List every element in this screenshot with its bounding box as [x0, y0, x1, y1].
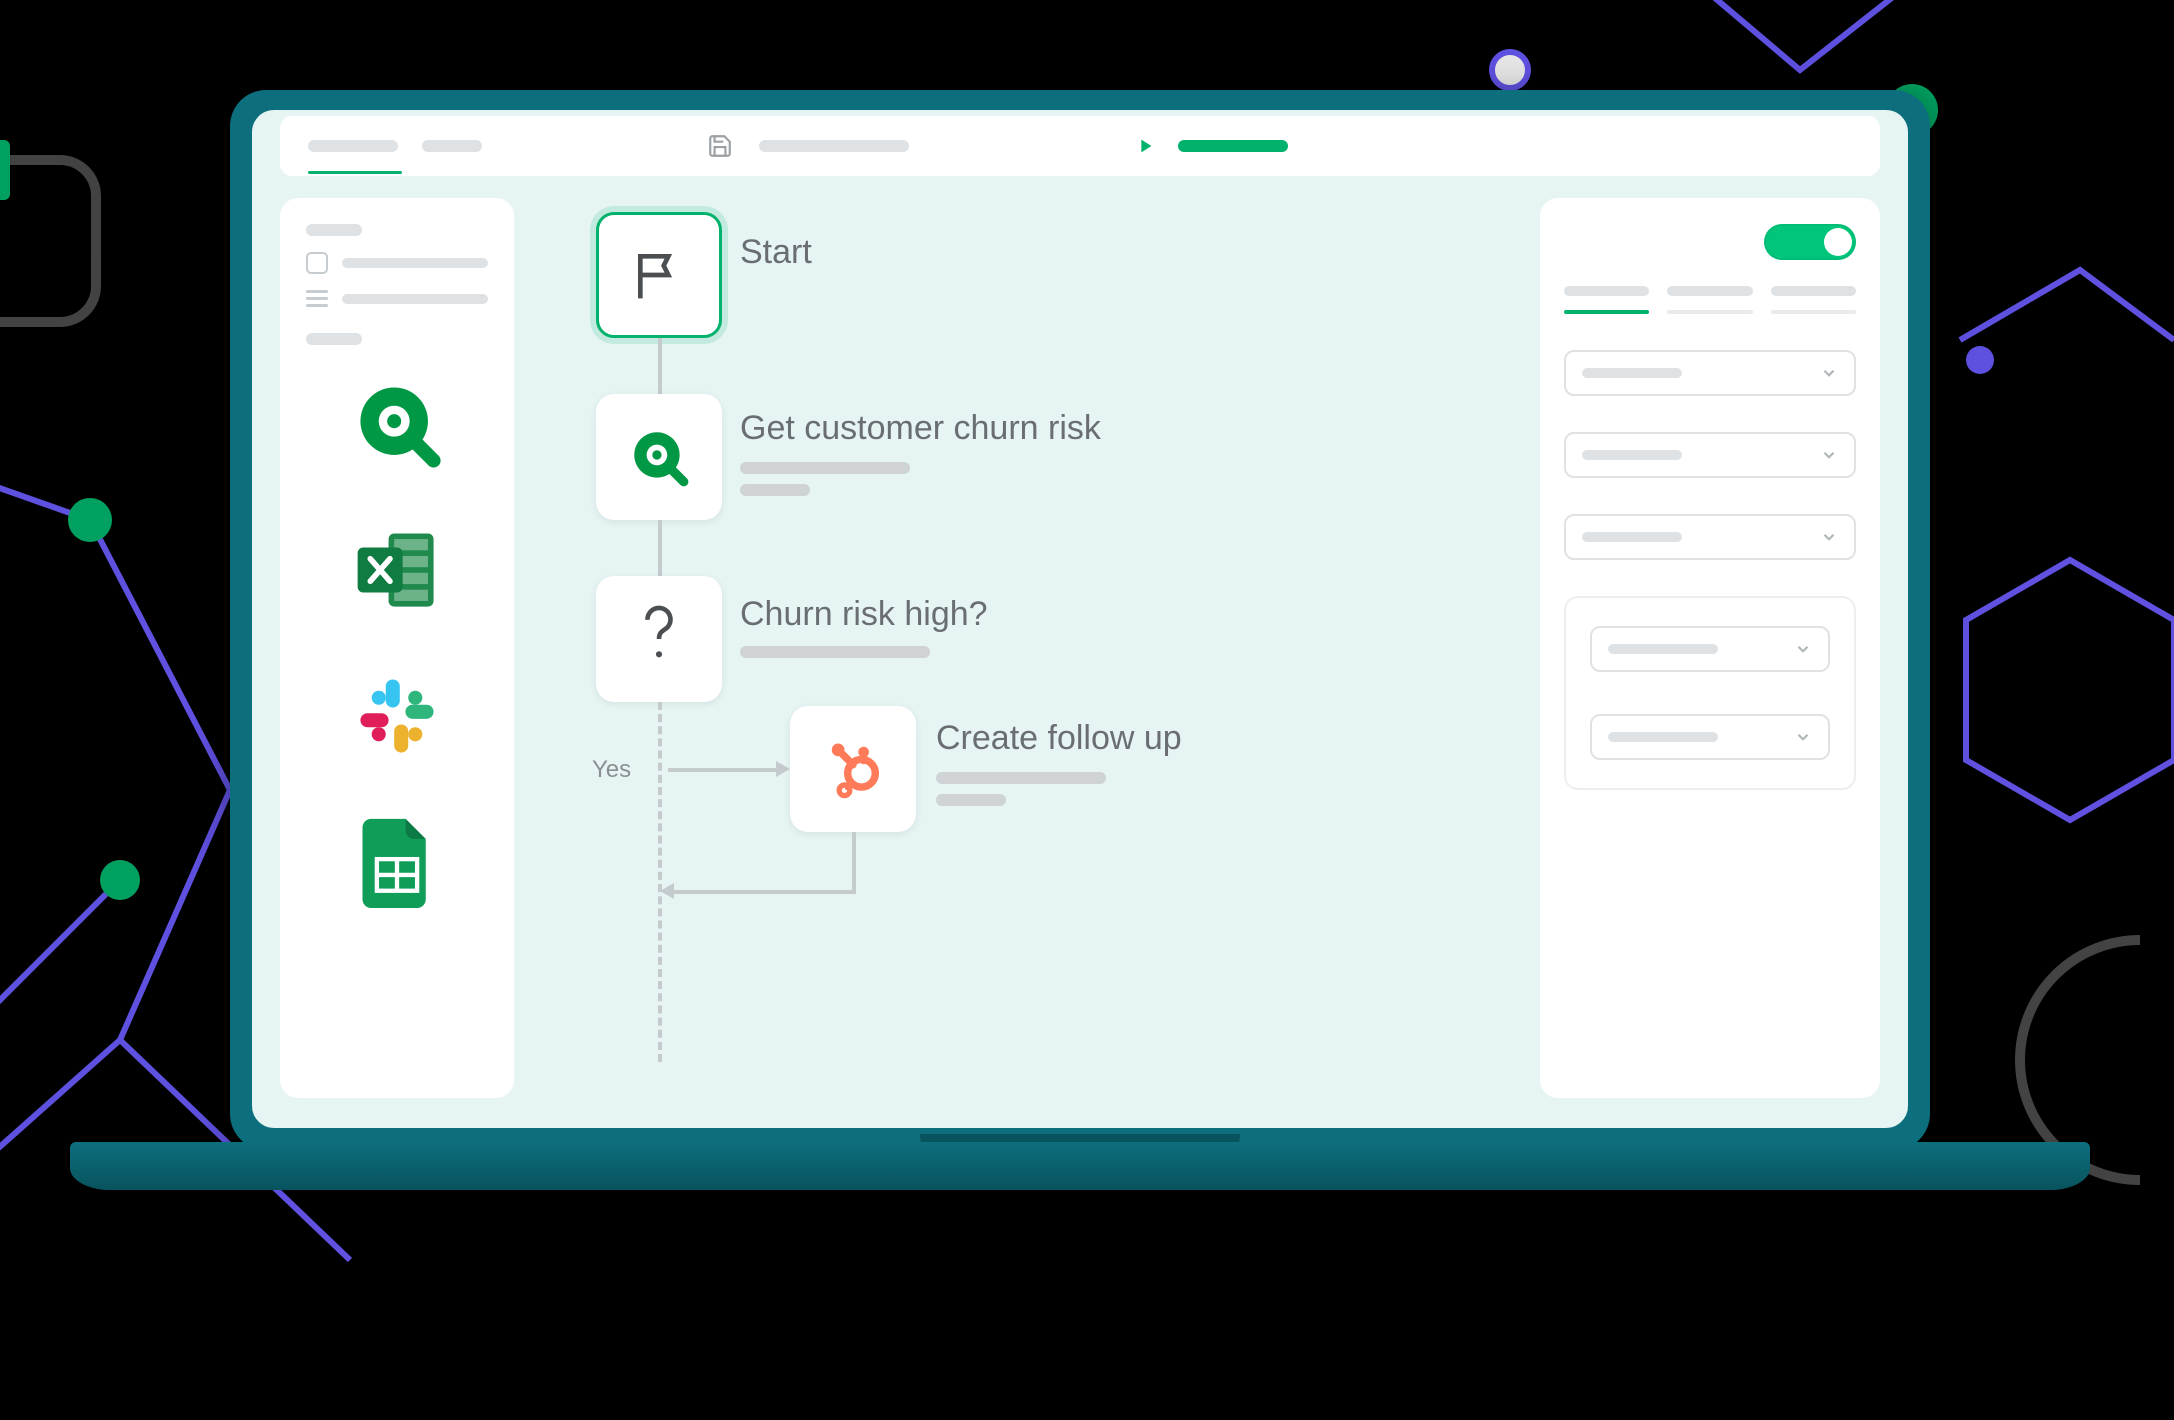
property-select-2[interactable] [1564, 432, 1856, 478]
chevron-down-icon [1794, 728, 1812, 746]
arrow-left-icon [660, 883, 674, 899]
hubspot-icon [819, 735, 887, 803]
node-condition[interactable] [596, 576, 722, 702]
group-select-2[interactable] [1590, 714, 1830, 760]
group-select-1[interactable] [1590, 626, 1830, 672]
chevron-down-icon [1820, 528, 1838, 546]
node-get-churn-risk[interactable] [596, 394, 722, 520]
toolbar-placeholder [759, 140, 909, 152]
list-icon [306, 290, 328, 307]
sidebar [280, 198, 514, 1098]
connector [852, 832, 856, 890]
laptop-frame: Start Get customer c [230, 90, 1930, 1150]
save-icon[interactable] [707, 133, 733, 159]
enabled-toggle[interactable] [1764, 224, 1856, 260]
branch-yes-label: Yes [592, 756, 631, 784]
integration-google-sheets[interactable] [352, 817, 442, 907]
node-followup-sub2 [936, 794, 1006, 806]
sidebar-section-label [306, 333, 362, 345]
properties-tabs[interactable] [1564, 286, 1856, 296]
arrow-right-icon [776, 761, 790, 777]
integration-excel[interactable] [352, 525, 442, 615]
app-screen: Start Get customer c [252, 110, 1908, 1128]
connector [658, 338, 662, 394]
run-placeholder [1178, 140, 1288, 152]
connector [668, 768, 776, 772]
property-group [1564, 596, 1856, 790]
property-select-1[interactable] [1564, 350, 1856, 396]
qlik-icon [626, 424, 692, 490]
tab-secondary[interactable] [422, 140, 482, 152]
connector-dashed [658, 702, 662, 1062]
connector [658, 520, 662, 576]
node-followup-label: Create follow up [936, 720, 1182, 757]
integration-slack[interactable] [352, 671, 442, 761]
chevron-down-icon [1794, 640, 1812, 658]
chevron-down-icon [1820, 446, 1838, 464]
chevron-down-icon [1820, 364, 1838, 382]
node-condition-label: Churn risk high? [740, 596, 988, 633]
workflow-canvas[interactable]: Start Get customer c [538, 198, 1516, 1098]
node-condition-sub [740, 646, 930, 658]
sidebar-view-checkbox[interactable] [306, 252, 488, 274]
connector [672, 890, 856, 894]
sidebar-view-list[interactable] [306, 290, 488, 307]
node-start[interactable] [596, 212, 722, 338]
node-create-follow-up[interactable] [790, 706, 916, 832]
flag-icon [631, 247, 687, 303]
checkbox-icon [306, 252, 328, 274]
integration-qlik[interactable] [352, 379, 442, 469]
node-get-label: Get customer churn risk [740, 410, 1101, 447]
question-icon [636, 604, 682, 674]
play-icon[interactable] [1134, 135, 1156, 157]
property-select-3[interactable] [1564, 514, 1856, 560]
node-get-sub1 [740, 462, 910, 474]
sidebar-heading [306, 224, 362, 236]
properties-panel [1540, 198, 1880, 1098]
tab-active[interactable] [308, 140, 398, 152]
node-start-label: Start [740, 234, 812, 271]
node-followup-sub1 [936, 772, 1106, 784]
node-get-sub2 [740, 484, 810, 496]
top-bar [280, 116, 1880, 176]
